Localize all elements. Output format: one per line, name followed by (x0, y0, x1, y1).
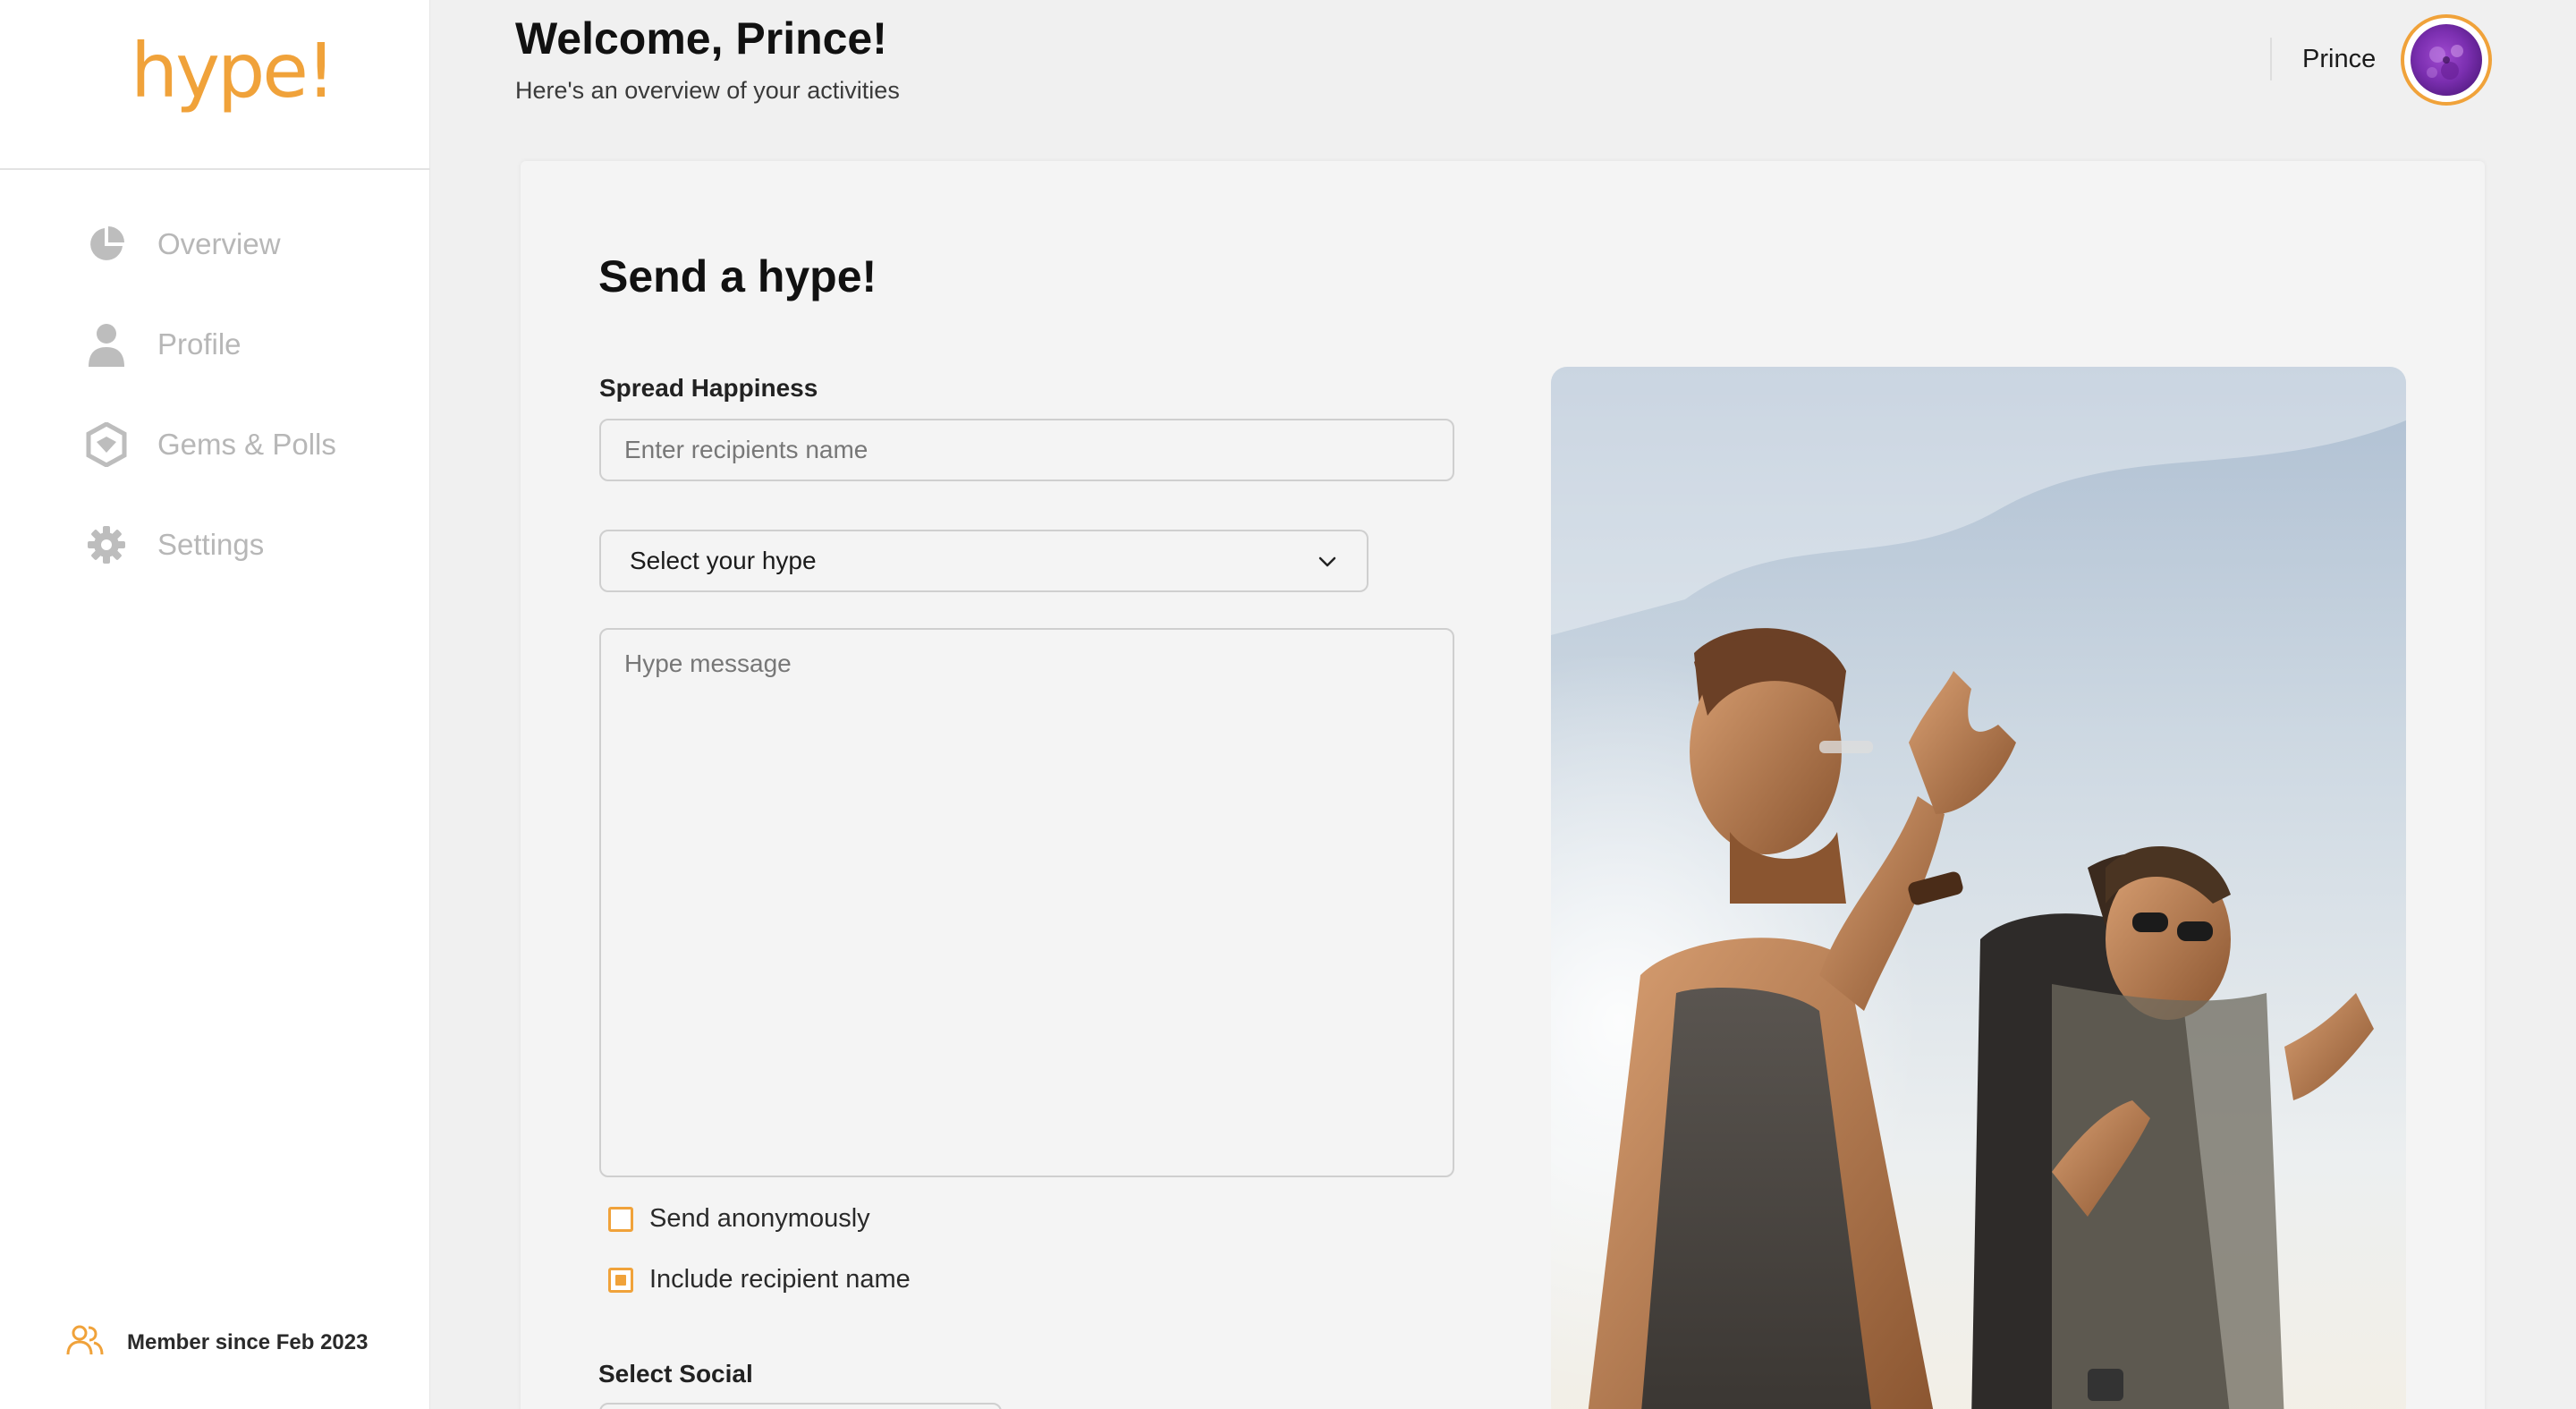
include-recipient-name-checkbox[interactable] (608, 1267, 633, 1293)
gem-shield-icon (86, 422, 127, 467)
recipient-input[interactable] (599, 419, 1454, 481)
logo[interactable]: hype! (131, 27, 336, 115)
page-subtitle: Here's an overview of your activities (515, 77, 900, 104)
avatar-image (2411, 24, 2482, 96)
avatar[interactable] (2401, 14, 2492, 106)
sidebar-item-overview[interactable]: Overview (86, 213, 281, 276)
sidebar-item-gems-polls[interactable]: Gems & Polls (86, 413, 336, 476)
include-recipient-name-option[interactable]: Include recipient name (608, 1265, 911, 1294)
send-anonymously-label: Send anonymously (649, 1204, 870, 1233)
sidebar: hype! Overview Profile Gems & Polls Sett… (0, 0, 430, 1409)
users-icon (66, 1324, 104, 1361)
header-divider (2270, 38, 2272, 81)
user-name[interactable]: Prince (2302, 45, 2376, 74)
hype-message-input[interactable] (599, 628, 1454, 1177)
send-anonymously-option[interactable]: Send anonymously (608, 1204, 870, 1234)
chevron-down-icon (1315, 549, 1340, 579)
select-social-label: Select Social (598, 1360, 753, 1388)
sidebar-item-label: Settings (157, 528, 265, 561)
hype-select[interactable]: Select your hype (599, 530, 1368, 592)
social-select[interactable] (599, 1403, 1002, 1409)
page-title: Welcome, Prince! (515, 13, 887, 64)
card-title: Send a hype! (598, 251, 877, 301)
spread-happiness-label: Spread Happiness (599, 374, 818, 402)
gear-icon (86, 522, 127, 567)
checkbox-check-mark (615, 1274, 626, 1286)
include-recipient-name-label: Include recipient name (649, 1265, 911, 1294)
photo-illustration (1551, 367, 2406, 1409)
hero-photo (1551, 367, 2406, 1409)
logo-area: hype! (0, 0, 430, 170)
sidebar-item-profile[interactable]: Profile (86, 313, 242, 376)
sidebar-item-label: Overview (157, 227, 281, 260)
pie-chart-icon (86, 222, 127, 267)
user-icon (86, 322, 127, 367)
sidebar-item-settings[interactable]: Settings (86, 514, 264, 576)
sidebar-item-label: Gems & Polls (157, 428, 336, 461)
member-since-label: Member since Feb 2023 (127, 1329, 369, 1354)
sidebar-item-label: Profile (157, 327, 242, 361)
send-anonymously-checkbox[interactable] (608, 1206, 633, 1232)
hype-select-value: Select your hype (630, 547, 817, 574)
member-since: Member since Feb 2023 (66, 1324, 368, 1361)
